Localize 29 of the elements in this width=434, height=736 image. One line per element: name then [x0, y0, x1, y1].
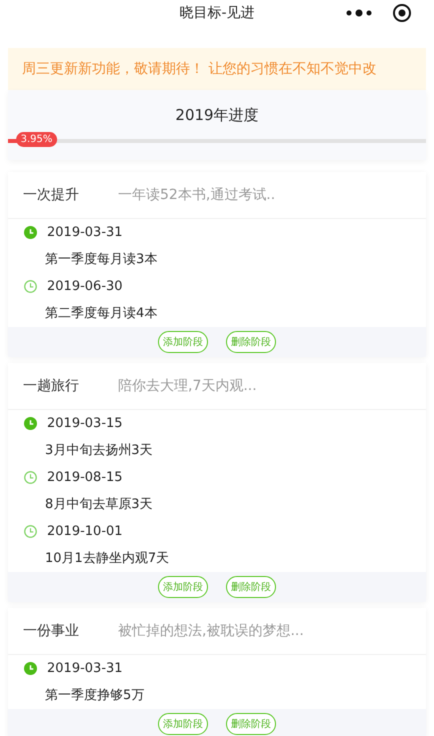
notice-banner: 周三更新新功能，敬请期待！ 让您的习惯在不知不觉中改 [8, 48, 426, 90]
more-icon[interactable] [345, 9, 373, 17]
stage-description: 第一季度挣够5万 [44, 687, 146, 705]
stage-description: 8月中旬去草原3天 [44, 496, 154, 514]
stage-description: 3月中旬去扬州3天 [44, 442, 154, 460]
goal-summary: 陪你去大理,7天内观... [118, 377, 257, 395]
stage-date: 2019-03-31 [47, 225, 123, 240]
progress-reading: 3.95% [16, 132, 58, 147]
delete-stage-button[interactable]: 删除阶段 [226, 331, 276, 353]
stage-description: 10月1去静坐内观7天 [44, 550, 170, 568]
delete-stage-button[interactable]: 删除阶段 [226, 576, 276, 598]
add-stage-button[interactable]: 添加阶段 [158, 576, 208, 598]
delete-stage-button[interactable]: 删除阶段 [226, 713, 276, 735]
stage-date: 2019-10-01 [47, 524, 123, 539]
window-title: 晓目标-见进 [179, 4, 255, 22]
add-stage-button[interactable]: 添加阶段 [158, 331, 208, 353]
goal-summary: 一年读52本书,通过考试.. [118, 186, 276, 204]
stage-date: 2019-08-15 [47, 470, 123, 485]
add-stage-button[interactable]: 添加阶段 [158, 713, 208, 735]
goal-title: 一趟旅行 [23, 377, 80, 395]
stage-date: 2019-03-31 [47, 661, 123, 676]
goal-title: 一份事业 [23, 622, 80, 640]
goal-summary: 被忙掉的想法,被耽误的梦想... [118, 622, 304, 640]
goal-title: 一次提升 [23, 186, 80, 204]
stage-date: 2019-06-30 [47, 279, 123, 294]
stage-description: 第二季度每月读4本 [44, 305, 158, 323]
stage-date: 2019-03-15 [47, 416, 123, 431]
stage-description: 第一季度每月读3本 [44, 251, 158, 269]
progress-title: 2019年进度 [174, 105, 260, 125]
